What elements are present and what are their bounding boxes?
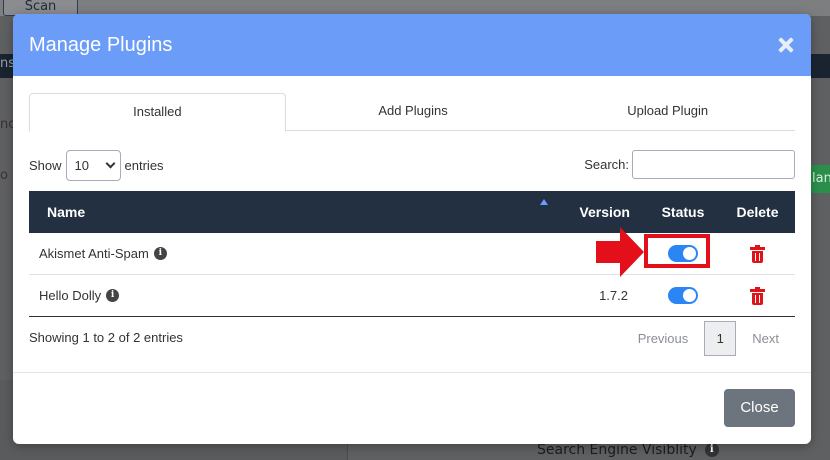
info-icon: i: [704, 443, 719, 457]
background-label-text: Search Engine Visiblity: [537, 442, 697, 458]
manage-plugins-modal: Manage Plugins Installed Add Plugins Upl…: [13, 14, 811, 444]
modal-title: Manage Plugins: [29, 33, 173, 56]
column-header-delete[interactable]: Delete: [720, 204, 795, 220]
table-header: Name Version Status Delete: [29, 191, 795, 233]
chevron-down-icon: [105, 158, 115, 169]
search-label: Search:: [584, 157, 629, 172]
trash-icon[interactable]: [750, 286, 765, 305]
plugin-status-cell: [646, 287, 720, 304]
entries-length-control: Show 10 entries: [29, 150, 164, 181]
column-header-status[interactable]: Status: [646, 204, 720, 220]
pagination-next[interactable]: Next: [736, 331, 795, 346]
plugin-name: Akismet Anti-Spam: [39, 246, 149, 261]
modal-header: Manage Plugins: [13, 14, 811, 76]
search-control: Search:: [584, 150, 795, 179]
tab-upload-plugin[interactable]: Upload Plugin: [540, 93, 795, 130]
info-icon[interactable]: i: [106, 289, 120, 302]
tab-add-plugins[interactable]: Add Plugins: [286, 93, 541, 130]
info-icon[interactable]: i: [153, 247, 167, 260]
close-icon[interactable]: [777, 36, 795, 54]
pagination: Previous 1 Next: [622, 321, 795, 356]
entries-label: entries: [124, 158, 164, 173]
annotation-arrow-icon: [596, 227, 644, 277]
plugin-name-cell: Akismet Anti-Spam i: [29, 246, 556, 261]
modal-footer-divider: [13, 372, 811, 373]
status-toggle[interactable]: [668, 287, 698, 304]
column-header-version[interactable]: Version: [556, 204, 646, 220]
table-info: Showing 1 to 2 of 2 entries: [29, 330, 183, 345]
plugin-name-cell: Hello Dolly i: [29, 288, 556, 303]
trash-icon[interactable]: [750, 244, 765, 263]
entries-select-value: 10: [74, 158, 89, 173]
background-left-text: o: [0, 168, 8, 183]
plugin-name: Hello Dolly: [39, 288, 102, 303]
pagination-page-1[interactable]: 1: [704, 321, 737, 356]
search-input[interactable]: [632, 150, 795, 179]
plugin-delete-cell: [720, 286, 795, 305]
background-search-engine-label: Search Engine Visiblity i: [537, 442, 719, 458]
plugin-version: 1.7.2: [599, 288, 628, 303]
close-button[interactable]: Close: [724, 389, 795, 427]
table-row: Hello Dolly i 1.7.2: [29, 275, 795, 317]
plugin-tabs: Installed Add Plugins Upload Plugin: [29, 93, 795, 132]
annotation-highlight-box: [644, 234, 710, 268]
show-label: Show: [29, 158, 62, 173]
sort-ascending-icon: [540, 199, 548, 205]
column-name-label: Name: [47, 204, 86, 220]
tab-installed[interactable]: Installed: [29, 93, 286, 132]
plugin-delete-cell: [720, 244, 795, 263]
entries-select[interactable]: 10: [65, 150, 121, 181]
column-header-name[interactable]: Name: [29, 199, 556, 220]
pagination-previous[interactable]: Previous: [622, 331, 705, 346]
